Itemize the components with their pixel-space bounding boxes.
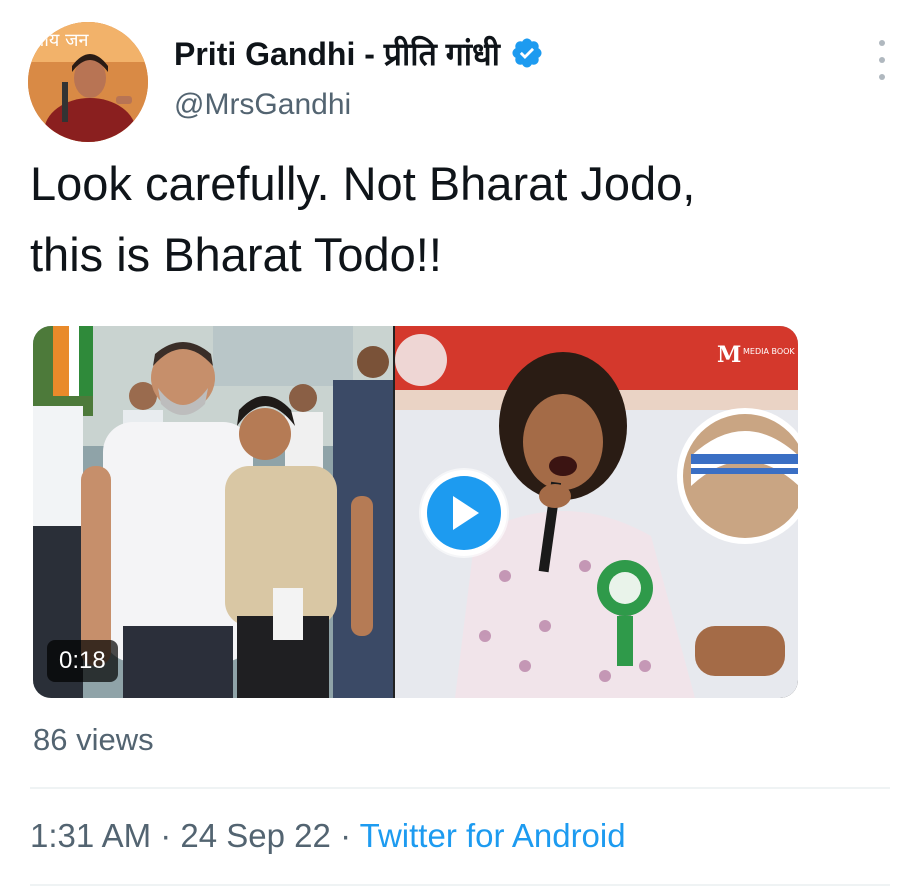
tweet-text-line: this is Bharat Todo!! xyxy=(30,228,442,281)
more-dot xyxy=(879,74,885,80)
play-button[interactable] xyxy=(421,470,507,556)
video-frame-left: 0:18 xyxy=(33,326,393,698)
video-duration: 0:18 xyxy=(47,640,118,682)
more-dot xyxy=(879,57,885,63)
author-name-row[interactable]: Priti Gandhi - प्रीति गांधी xyxy=(174,28,544,78)
display-name[interactable]: Priti Gandhi - प्रीति गांधी xyxy=(174,32,500,75)
tweet-text-line: Look carefully. Not Bharat Jodo, xyxy=(30,157,696,210)
play-icon xyxy=(427,476,501,550)
view-count[interactable]: 86 views xyxy=(33,722,154,758)
tweet-date[interactable]: 24 Sep 22 xyxy=(180,817,330,854)
more-vertical-icon[interactable] xyxy=(870,40,894,80)
tweet-meta: 1:31 AM · 24 Sep 22 · Twitter for Androi… xyxy=(30,817,626,855)
avatar[interactable]: तीय जन xyxy=(28,22,148,142)
avatar-banner-text: तीय जन xyxy=(34,29,89,51)
watermark-logo: M xyxy=(717,342,741,368)
divider xyxy=(30,884,890,886)
video-media[interactable]: 0:18 M MEDIA BOOK xyxy=(33,326,798,698)
author-handle[interactable]: @MrsGandhi xyxy=(174,88,351,122)
verified-badge-icon xyxy=(510,36,544,70)
divider xyxy=(30,787,890,789)
tweet-source-link[interactable]: Twitter for Android xyxy=(360,817,626,854)
avatar-image: तीय जन xyxy=(28,22,148,142)
tweet-time[interactable]: 1:31 AM xyxy=(30,817,151,854)
more-dot xyxy=(879,40,885,46)
meta-separator: · xyxy=(160,817,172,854)
meta-separator: · xyxy=(340,817,352,854)
tweet-text: Look carefully. Not Bharat Jodo, this is… xyxy=(30,148,890,290)
watermark-text: MEDIA BOOK xyxy=(743,347,795,356)
